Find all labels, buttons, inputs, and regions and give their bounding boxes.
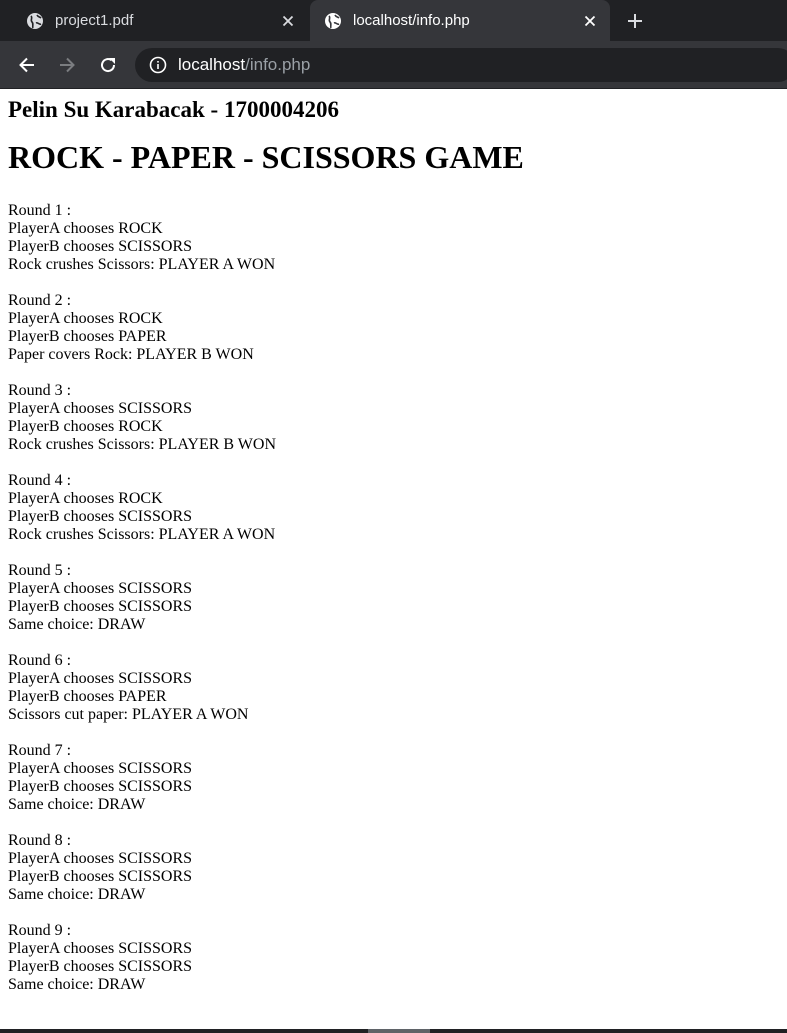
player-a-choice: PlayerA chooses SCISSORS [8,940,193,957]
round-result: Paper covers Rock: PLAYER B WON [8,346,254,363]
player-a-choice: PlayerA chooses ROCK [8,310,163,327]
round-heading: Round 4 : [8,472,72,489]
page-title: ROCK - PAPER - SCISSORS GAME [8,139,524,175]
round-result: Same choice: DRAW [8,616,146,633]
back-arrow-icon [19,57,34,73]
round-result: Scissors cut paper: PLAYER A WON [8,706,249,723]
player-a-choice: PlayerA chooses SCISSORS [8,760,193,777]
player-b-choice: PlayerB chooses SCISSORS [8,598,193,615]
player-b-choice: PlayerB chooses SCISSORS [8,778,193,795]
round-result: Same choice: DRAW [8,796,146,813]
close-icon[interactable] [280,13,296,29]
round-heading: Round 7 : [8,742,72,759]
round-block: Round 1 : PlayerA chooses ROCK PlayerB cho… [8,202,783,274]
round-heading: Round 6 : [8,652,72,669]
browser-toolbar: localhost/info.php [0,41,787,89]
url-path: /info.php [245,55,311,74]
address-bar[interactable]: localhost/info.php [135,48,787,82]
player-b-choice: PlayerB chooses ROCK [8,418,163,435]
tab-title: localhost/info.php [353,12,470,29]
page-content: Pelin Su Karabacak - 1700004206 ROCK - P… [8,89,783,1029]
reload-icon [101,58,116,73]
tab-title: project1.pdf [55,12,134,29]
tab-localhost-info[interactable]: localhost/info.php [310,0,610,41]
author-heading: Pelin Su Karabacak - 1700004206 [8,97,339,122]
globe-icon [27,12,43,29]
round-block: Round 3 : PlayerA chooses SCISSORS PlayerB… [8,382,783,454]
round-block: Round 4 : PlayerA chooses ROCK PlayerB cho… [8,472,783,544]
round-block: Round 8 : PlayerA chooses SCISSORS PlayerB… [8,832,783,904]
round-result: Rock crushes Scissors: PLAYER B WON [8,436,277,453]
tab-strip: project1.pdf localhost/info.php [0,0,787,41]
round-block: Round 2 : PlayerA chooses ROCK PlayerB cho… [8,292,783,364]
back-button[interactable] [15,53,39,77]
globe-icon [325,12,341,29]
round-heading: Round 3 : [8,382,72,399]
round-heading: Round 5 : [8,562,72,579]
round-result: Same choice: DRAW [8,976,146,993]
round-result: Rock crushes Scissors: PLAYER A WON [8,526,276,543]
round-heading: Round 1 : [8,202,72,219]
player-b-choice: PlayerB chooses SCISSORS [8,508,193,525]
round-result: Same choice: DRAW [8,886,146,903]
info-icon[interactable] [149,56,167,74]
reload-button[interactable] [96,53,120,77]
round-block: Round 6 : PlayerA chooses SCISSORS PlayerB… [8,652,783,724]
player-b-choice: PlayerB chooses SCISSORS [8,868,193,885]
round-block: Round 5 : PlayerA chooses SCISSORS PlayerB… [8,562,783,634]
forward-arrow-icon [60,57,75,73]
round-block: Round 7 : PlayerA chooses SCISSORS PlayerB… [8,742,783,814]
url-host: localhost [178,55,246,74]
player-a-choice: PlayerA chooses ROCK [8,490,163,507]
player-a-choice: PlayerA chooses SCISSORS [8,580,193,597]
round-heading: Round 2 : [8,292,72,309]
plus-icon [628,14,642,28]
round-heading: Round 9 : [8,922,72,939]
player-a-choice: PlayerA chooses SCISSORS [8,670,193,687]
round-block: Round 9 : PlayerA chooses SCISSORS PlayerB… [8,922,783,994]
round-result: Rock crushes Scissors: PLAYER A WON [8,256,276,273]
tab-project1-pdf[interactable]: project1.pdf [0,0,308,41]
new-tab-button[interactable] [620,6,650,36]
player-b-choice: PlayerB chooses SCISSORS [8,958,193,975]
rounds-list: Round 1 : PlayerA chooses ROCK PlayerB cho… [8,202,783,994]
close-icon[interactable] [582,13,598,29]
player-b-choice: PlayerB chooses SCISSORS [8,238,193,255]
player-a-choice: PlayerA chooses ROCK [8,220,163,237]
forward-button[interactable] [55,53,79,77]
player-a-choice: PlayerA chooses SCISSORS [8,850,193,867]
player-a-choice: PlayerA chooses SCISSORS [8,400,193,417]
player-b-choice: PlayerB chooses PAPER [8,328,167,345]
scrollbar-thumb[interactable] [368,1029,430,1033]
round-heading: Round 8 : [8,832,72,849]
player-b-choice: PlayerB chooses PAPER [8,688,167,705]
